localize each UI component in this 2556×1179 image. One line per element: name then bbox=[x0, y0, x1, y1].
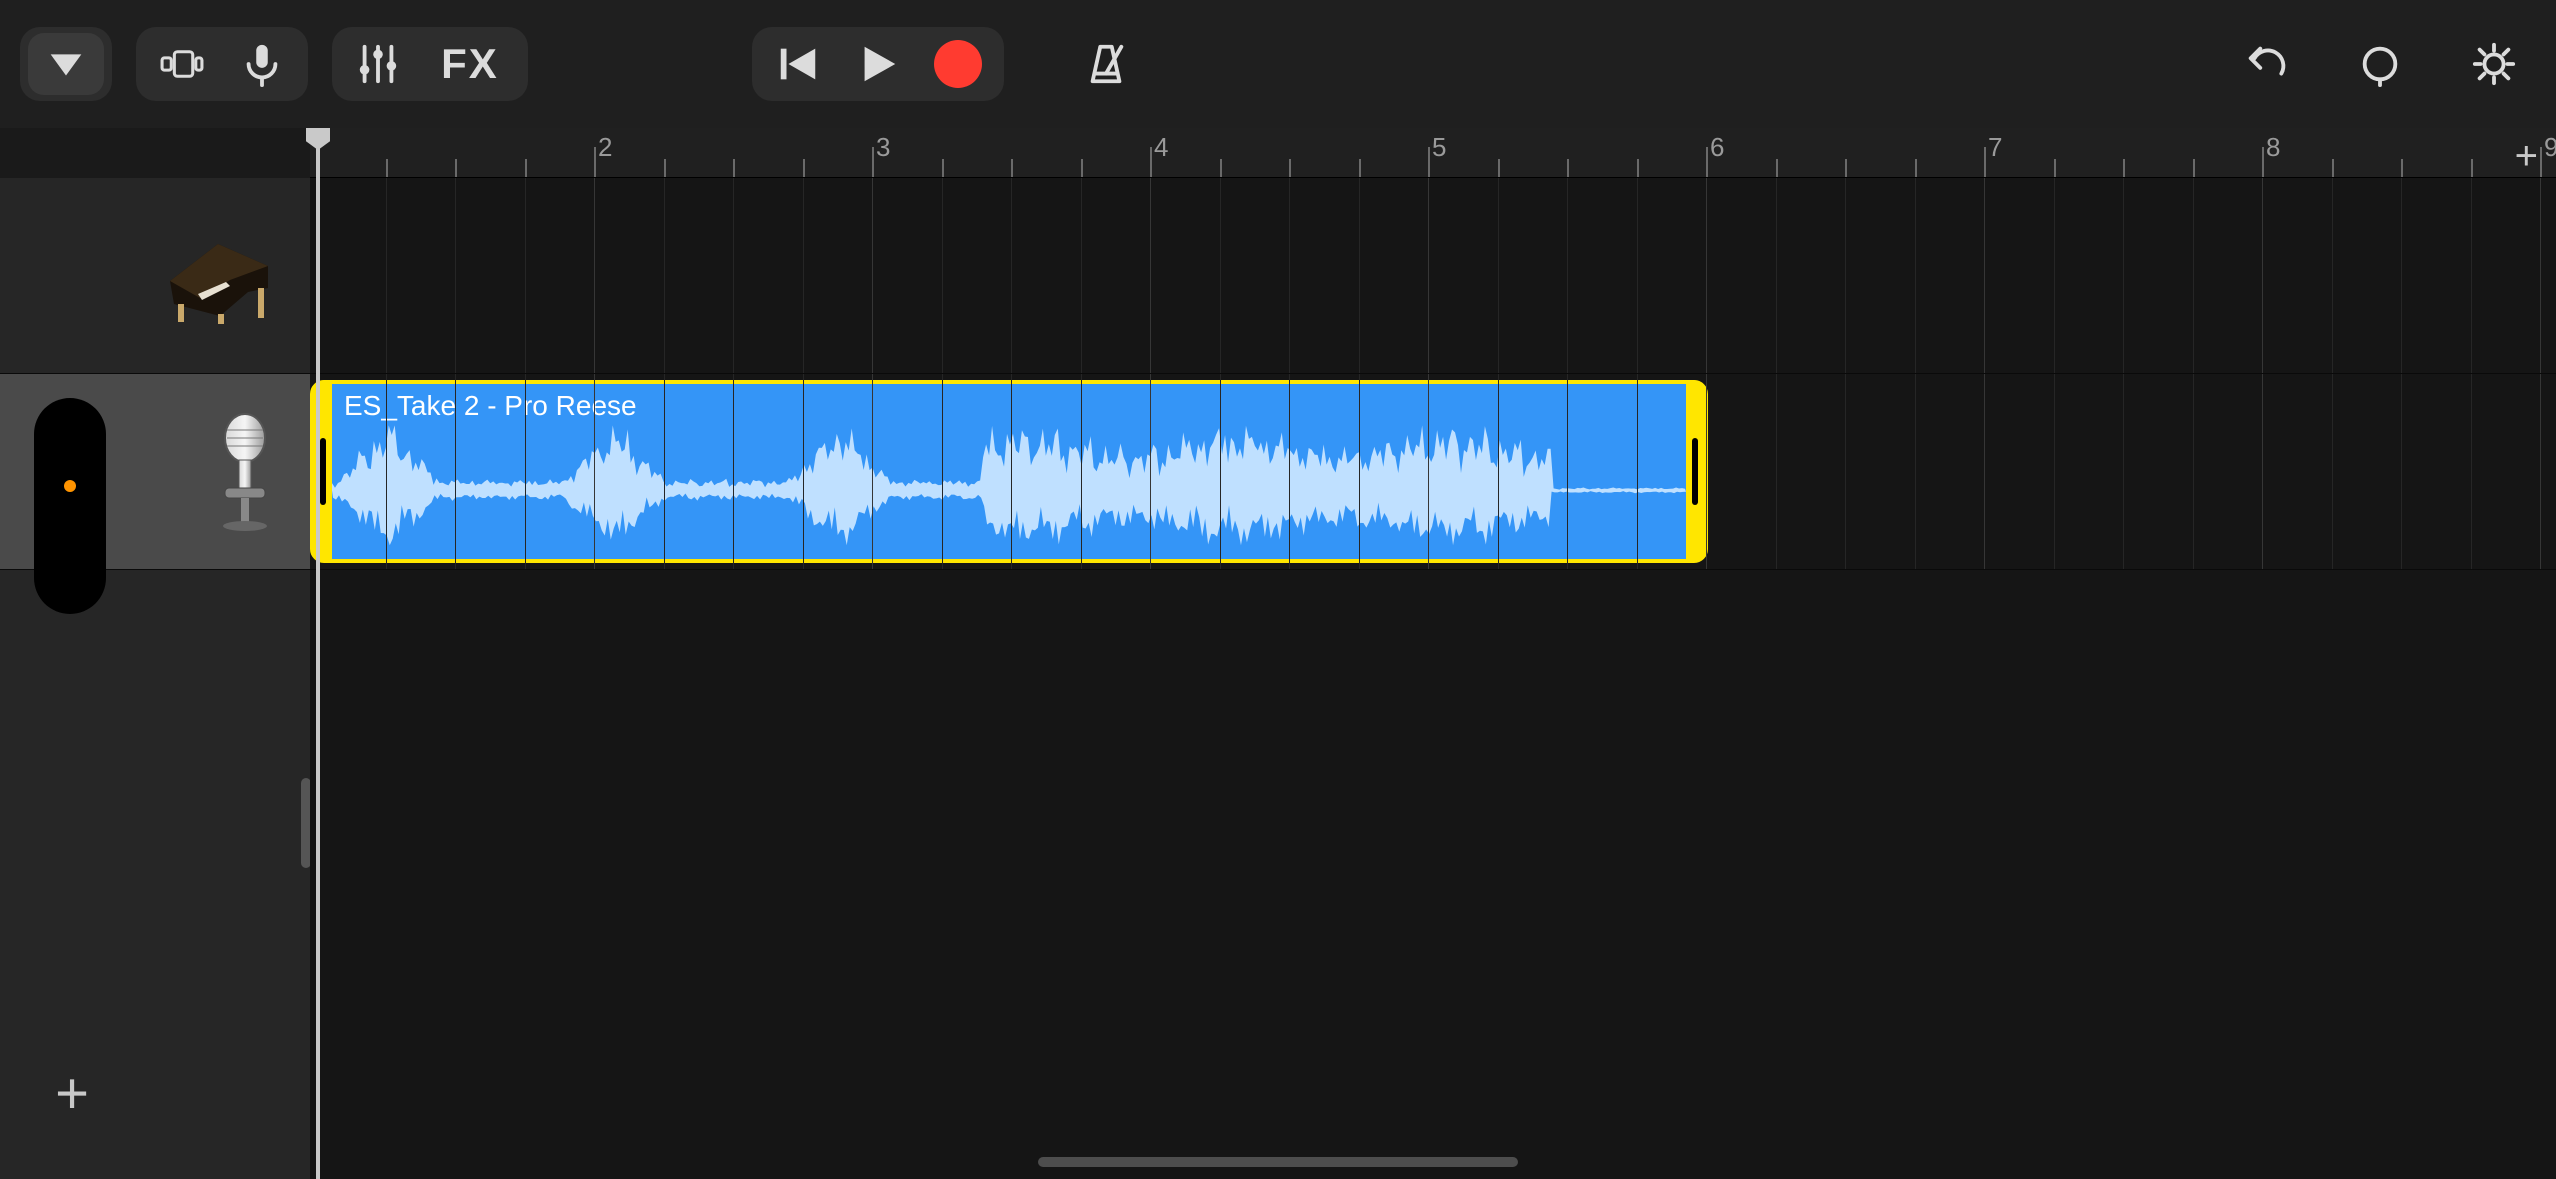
undo-button[interactable] bbox=[2234, 33, 2298, 95]
audio-region-body: ES_Take 2 - Pro Reese bbox=[332, 384, 1686, 559]
chevron-down-icon bbox=[43, 41, 89, 87]
track-automation-toggle[interactable] bbox=[34, 398, 106, 614]
settings-button[interactable] bbox=[2462, 33, 2526, 95]
add-section-button[interactable]: + bbox=[2515, 134, 2538, 179]
gear-icon bbox=[2471, 41, 2517, 87]
bar-number: 4 bbox=[1154, 132, 1168, 163]
metronome-icon bbox=[1083, 41, 1129, 87]
go-to-start-button[interactable] bbox=[760, 33, 836, 95]
bar-number: 3 bbox=[876, 132, 890, 163]
tracks-view-button[interactable] bbox=[144, 33, 220, 95]
track-header-1[interactable] bbox=[0, 178, 310, 374]
studio-mic-icon bbox=[210, 412, 280, 532]
controls-group: FX bbox=[332, 27, 528, 101]
tracks-view-icon bbox=[159, 41, 205, 87]
play-button[interactable] bbox=[840, 33, 916, 95]
audio-region-label: ES_Take 2 - Pro Reese bbox=[332, 384, 1686, 422]
toolbar-right bbox=[2234, 0, 2526, 128]
fx-label: FX bbox=[441, 40, 499, 88]
audio-waveform bbox=[332, 422, 1686, 559]
view-group bbox=[136, 27, 308, 101]
bar-number: 6 bbox=[1710, 132, 1724, 163]
play-icon bbox=[855, 41, 901, 87]
timeline-ruler[interactable]: + 2 3 4 5 6 7 8 9 bbox=[310, 128, 2556, 178]
loop-icon bbox=[2357, 41, 2403, 87]
bar-number: 7 bbox=[1988, 132, 2002, 163]
fx-button[interactable]: FX bbox=[420, 33, 520, 95]
track-controls-button[interactable] bbox=[340, 33, 416, 95]
metronome-button[interactable] bbox=[1068, 33, 1144, 95]
bar-number: 8 bbox=[2266, 132, 2280, 163]
browse-button[interactable] bbox=[28, 33, 104, 95]
piano-icon bbox=[160, 226, 280, 326]
bar-number: 5 bbox=[1432, 132, 1446, 163]
track-lane-1[interactable] bbox=[310, 178, 2556, 374]
loop-button[interactable] bbox=[2348, 33, 2412, 95]
automation-indicator-dot bbox=[64, 480, 76, 492]
track-lanes: ES_Take 2 - Pro Reese bbox=[310, 178, 2556, 1179]
track-header-2[interactable] bbox=[0, 374, 310, 570]
home-indicator bbox=[1038, 1157, 1518, 1167]
sliders-icon bbox=[355, 41, 401, 87]
microphone-input-button[interactable] bbox=[224, 33, 300, 95]
go-to-start-icon bbox=[775, 41, 821, 87]
bar-number: 9 bbox=[2544, 132, 2556, 163]
microphone-icon bbox=[239, 41, 285, 87]
region-right-handle[interactable] bbox=[1692, 438, 1698, 505]
playhead[interactable] bbox=[316, 128, 320, 1179]
region-left-handle[interactable] bbox=[320, 438, 326, 505]
track-lane-2[interactable]: ES_Take 2 - Pro Reese bbox=[310, 374, 2556, 570]
track-headers: + bbox=[0, 178, 310, 1179]
navigator-group bbox=[20, 27, 112, 101]
record-button[interactable] bbox=[920, 33, 996, 95]
toolbar: FX bbox=[0, 0, 2556, 128]
add-track-button[interactable]: + bbox=[36, 1057, 108, 1129]
transport-group bbox=[752, 27, 1004, 101]
record-icon bbox=[934, 40, 982, 88]
bar-number: 2 bbox=[598, 132, 612, 163]
undo-icon bbox=[2243, 41, 2289, 87]
